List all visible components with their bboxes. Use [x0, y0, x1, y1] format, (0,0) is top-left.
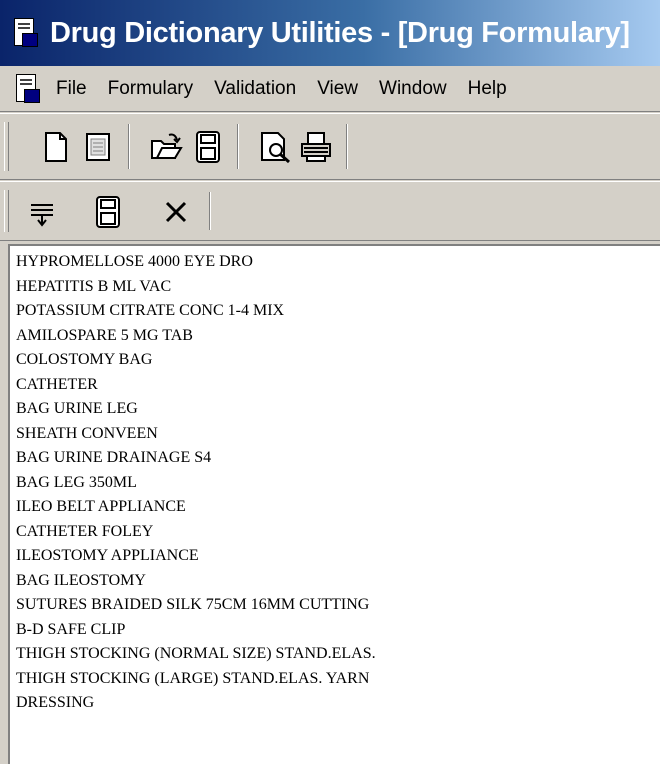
list-item[interactable]: SHEATH CONVEEN [16, 422, 660, 447]
filter-button[interactable] [24, 194, 60, 230]
title-bar[interactable]: Drug Dictionary Utilities - [Drug Formul… [0, 0, 660, 66]
form-icon [86, 133, 110, 161]
open-folder-icon [151, 133, 183, 159]
close-x-icon [165, 201, 187, 223]
list-item[interactable]: ILEO BELT APPLIANCE [16, 495, 660, 520]
menu-help[interactable]: Help [468, 78, 507, 100]
main-toolbar [0, 113, 660, 180]
record-toolbar [0, 181, 660, 241]
new-document-button[interactable] [38, 129, 74, 165]
new-document-icon [45, 132, 67, 162]
menu-window[interactable]: Window [379, 78, 447, 100]
list-item[interactable]: BAG ILEOSTOMY [16, 569, 660, 594]
list-item[interactable]: CATHETER FOLEY [16, 520, 660, 545]
list-item[interactable]: HYPROMELLOSE 4000 EYE DRO [16, 250, 660, 275]
list-item[interactable]: HEPATITIS B ML VAC [16, 275, 660, 300]
delete-button[interactable] [158, 194, 194, 230]
open-button[interactable] [148, 129, 184, 165]
save-disk-icon [96, 196, 120, 228]
toolbar-separator [209, 192, 211, 230]
list-item[interactable]: ILEOSTOMY APPLIANCE [16, 544, 660, 569]
app-document-icon[interactable] [10, 16, 40, 50]
list-item[interactable]: BAG LEG 350ML [16, 471, 660, 496]
menu-file[interactable]: File [56, 78, 87, 100]
toolbar-separator [128, 124, 130, 169]
list-item[interactable]: BAG URINE DRAINAGE S4 [16, 446, 660, 471]
menu-formulary[interactable]: Formulary [108, 78, 194, 100]
filter-icon [31, 204, 53, 227]
print-preview-button[interactable] [258, 129, 294, 165]
mdi-document-icon[interactable] [12, 72, 42, 106]
print-preview-icon [261, 132, 290, 164]
list-item[interactable]: COLOSTOMY BAG [16, 348, 660, 373]
list-item[interactable]: DRESSING [16, 691, 660, 716]
menu-bar: File Formulary Validation View Window He… [0, 66, 660, 112]
save-disk-icon [196, 131, 220, 163]
list-item[interactable]: THIGH STOCKING (NORMAL SIZE) STAND.ELAS. [16, 642, 660, 667]
list-item[interactable]: CATHETER [16, 373, 660, 398]
menu-view[interactable]: View [317, 78, 358, 100]
save-button[interactable] [190, 129, 226, 165]
toolbar-separator [237, 124, 239, 169]
window-title: Drug Dictionary Utilities - [Drug Formul… [50, 16, 630, 49]
printer-icon [301, 132, 331, 162]
save-record-button[interactable] [90, 194, 126, 230]
toolbar-grip[interactable] [4, 122, 9, 171]
list-item[interactable]: POTASSIUM CITRATE CONC 1-4 MIX [16, 299, 660, 324]
list-item[interactable]: B-D SAFE CLIP [16, 618, 660, 643]
form-button[interactable] [80, 129, 116, 165]
toolbar-separator [346, 124, 348, 169]
menu-validation[interactable]: Validation [214, 78, 296, 100]
list-item[interactable]: AMILOSPARE 5 MG TAB [16, 324, 660, 349]
list-item[interactable]: BAG URINE LEG [16, 397, 660, 422]
list-item[interactable]: SUTURES BRAIDED SILK 75CM 16MM CUTTING [16, 593, 660, 618]
drug-list[interactable]: HYPROMELLOSE 4000 EYE DRO HEPATITIS B ML… [8, 244, 660, 764]
print-button[interactable] [298, 129, 334, 165]
toolbar-grip[interactable] [4, 190, 9, 232]
list-item[interactable]: THIGH STOCKING (LARGE) STAND.ELAS. YARN [16, 667, 660, 692]
